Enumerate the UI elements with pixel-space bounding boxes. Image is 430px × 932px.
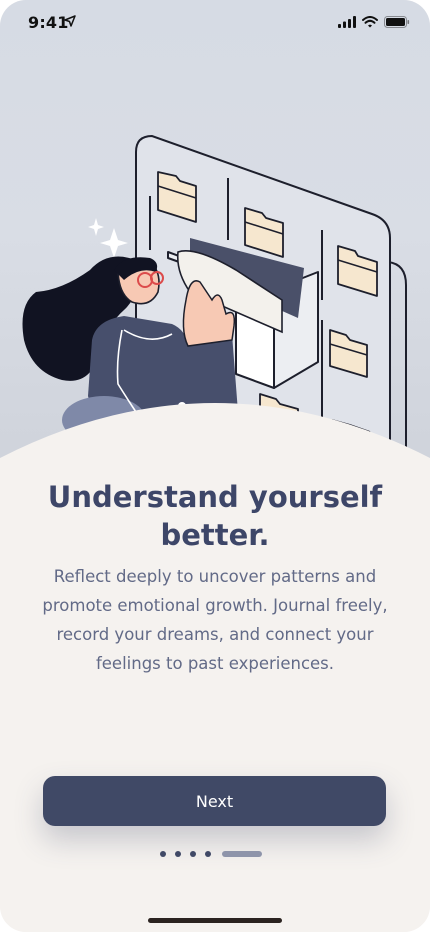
onboarding-screen: 9:41 Understand yourself better. Reflect… [0, 0, 430, 932]
page-indicator [160, 851, 262, 857]
page-dot [190, 851, 196, 857]
page-dot [175, 851, 181, 857]
next-button[interactable]: Next [43, 776, 386, 826]
page-dot-active [222, 851, 262, 857]
onboarding-title: Understand yourself better. [47, 480, 383, 552]
page-dot [160, 851, 166, 857]
page-dot [205, 851, 211, 857]
home-indicator[interactable] [148, 918, 282, 923]
onboarding-description: Reflect deeply to uncover patterns and p… [42, 567, 388, 673]
